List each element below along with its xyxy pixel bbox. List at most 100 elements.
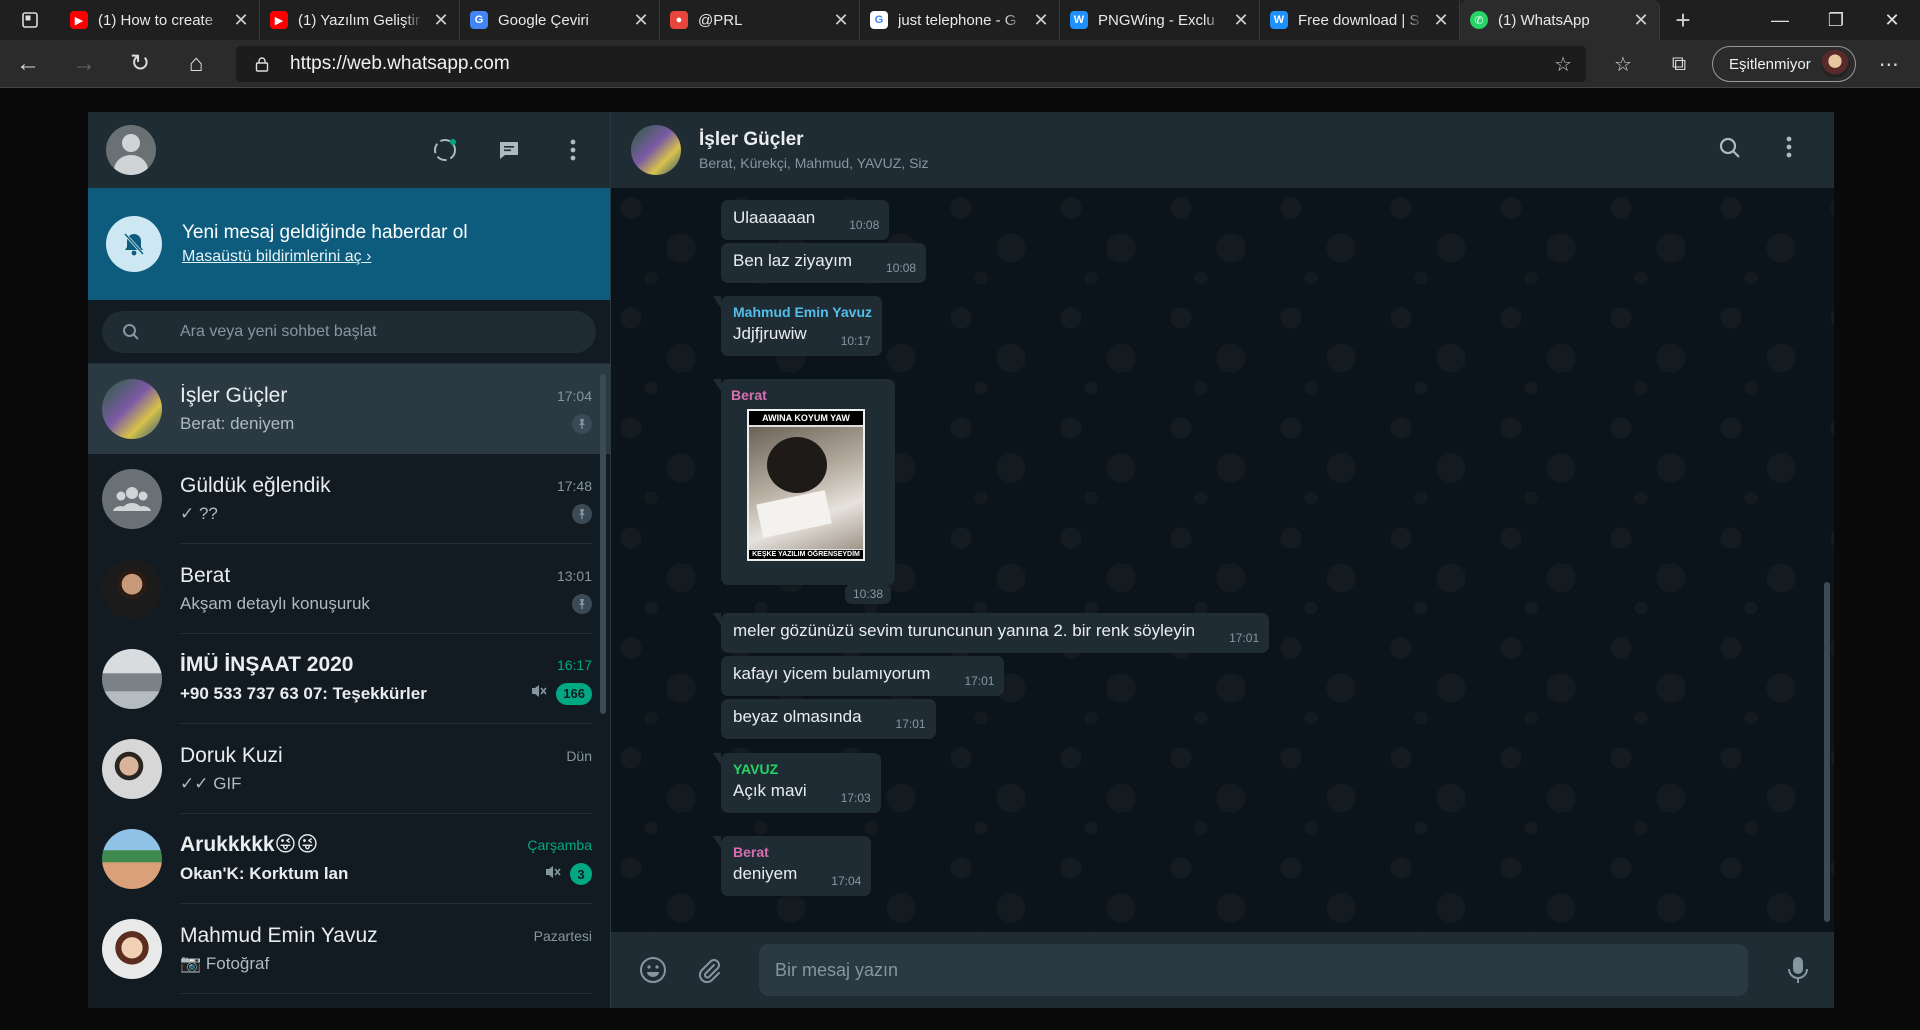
chat-list-item[interactable]: Mahmud Emin Yavuz Pazartesi 📷 Fotoğraf — [88, 904, 610, 994]
favorites-icon[interactable]: ☆ — [1600, 44, 1646, 84]
chat-time: Çarşamba — [527, 836, 592, 853]
youtube-icon: ▶ — [70, 11, 88, 29]
contact-avatar — [102, 559, 162, 619]
image-caption-bottom: KEŞKE YAZILIM ÖĞRENSEYDİM — [749, 550, 863, 559]
close-tab-icon[interactable]: ✕ — [1633, 10, 1649, 31]
message-bubble[interactable]: Berat deniyem 17:04 — [712, 836, 872, 896]
new-tab-button[interactable]: + — [1660, 0, 1706, 40]
url-field[interactable]: https://web.whatsapp.com ☆ — [236, 46, 1586, 82]
enable-notifications-link[interactable]: Masaüstü bildirimlerini aç › — [182, 248, 468, 266]
group-avatar — [102, 649, 162, 709]
chat-name: İşler Güçler — [180, 383, 288, 407]
close-window-button[interactable]: ✕ — [1864, 0, 1920, 40]
browser-tab[interactable]: W PNGWing - Exclu ✕ — [1060, 0, 1260, 40]
close-tab-icon[interactable]: ✕ — [1233, 10, 1249, 31]
message-text: kafayı yicem bulamıyorum — [733, 664, 931, 683]
sidebar-scrollbar[interactable] — [600, 374, 606, 714]
voice-message-button[interactable] — [1780, 952, 1816, 988]
browser-tab[interactable]: W Free download | S ✕ — [1260, 0, 1460, 40]
group-avatar — [102, 829, 162, 889]
minimize-window-button[interactable]: — — [1752, 0, 1808, 40]
search-input[interactable] — [180, 322, 576, 341]
message-bubble[interactable]: Ulaaaaaan 10:08 — [721, 200, 890, 240]
new-chat-button[interactable] — [490, 131, 528, 169]
unread-badge: 166 — [556, 682, 592, 705]
close-tab-icon[interactable]: ✕ — [1033, 10, 1049, 31]
browser-tab[interactable]: ▶ (1) Yazılım Geliştir ✕ — [260, 0, 460, 40]
chat-list-item[interactable]: Berat 13:01 Akşam detaylı konuşuruk — [88, 544, 610, 634]
chat-last-message: 📷 Fotoğraf — [180, 953, 270, 973]
message-time: 10:08 — [886, 261, 917, 275]
conversation-scrollbar[interactable] — [1824, 582, 1830, 922]
chat-name: Mahmud Emin Yavuz — [180, 923, 378, 947]
browser-tab[interactable]: ▶ (1) How to create ✕ — [60, 0, 260, 40]
search-icon — [123, 323, 139, 340]
search-messages-button[interactable] — [1718, 136, 1742, 165]
url-text: https://web.whatsapp.com — [290, 53, 510, 74]
forward-button[interactable]: → — [56, 40, 112, 88]
home-button[interactable]: ⌂ — [168, 40, 224, 88]
add-favorite-icon[interactable]: ☆ — [1554, 52, 1572, 77]
whatsapp-icon: ✆ — [1470, 11, 1488, 29]
whatsapp-app: Yeni mesaj geldiğinde haberdar ol Masaüs… — [88, 112, 1834, 1008]
tab-actions-button[interactable] — [0, 0, 60, 40]
message-bubble[interactable]: Ben laz ziyayım 10:08 — [721, 243, 927, 283]
browser-tab[interactable]: G just telephone - G ✕ — [860, 0, 1060, 40]
conversation-panel: İşler Güçler Berat, Kürekçi, Mahmud, YAV… — [611, 112, 1834, 1008]
emoji-button[interactable] — [635, 952, 671, 988]
my-avatar[interactable] — [106, 125, 156, 175]
message-bubble[interactable]: YAVUZ Açık mavi 17:03 — [713, 753, 881, 813]
conversation-menu-button[interactable] — [1786, 136, 1792, 165]
chat-list-item[interactable]: İMÜ İNŞAAT 2020 16:17 +90 533 737 63 07: … — [88, 634, 610, 724]
chat-last-message: ✓ ?? — [180, 503, 218, 523]
browser-tab[interactable]: G Google Çeviri ✕ — [460, 0, 660, 40]
collections-icon[interactable]: ⧉ — [1656, 44, 1702, 84]
attach-button[interactable] — [691, 952, 727, 988]
message-bubble[interactable]: meler gözünüzü sevim turuncunun yanına 2… — [712, 613, 1270, 653]
message-bubble[interactable]: beyaz olmasında 17:01 — [721, 699, 936, 739]
group-avatar[interactable] — [631, 125, 681, 175]
refresh-button[interactable]: ↻ — [112, 40, 168, 88]
close-tab-icon[interactable]: ✕ — [1433, 10, 1449, 31]
chat-name: Berat — [180, 563, 231, 587]
profile-sync-button[interactable]: Eşitlenmiyor — [1712, 46, 1856, 82]
message-time: 17:01 — [895, 717, 926, 731]
message-bubble[interactable]: Mahmud Emin Yavuz Jdjfjruwiw 10:17 — [713, 296, 882, 356]
close-tab-icon[interactable]: ✕ — [233, 10, 249, 31]
chat-list-item[interactable]: İşler Güçler 17:04 Berat: deniyem — [88, 364, 610, 454]
close-tab-icon[interactable]: ✕ — [433, 10, 449, 31]
chat-last-message: ✓✓ GIF — [180, 773, 242, 793]
group-members: Berat, Kürekçi, Mahmud, YAVUZ, Siz — [699, 155, 929, 171]
status-icon — [434, 139, 456, 161]
message-time: 17:01 — [1229, 631, 1260, 645]
chat-list-item[interactable]: Güldük eğlendik 17:48 ✓ ?? — [88, 454, 610, 544]
message-image[interactable]: AWINA KOYUM YAW KEŞKE YAZILIM ÖĞRENSEYDİ… — [747, 409, 865, 561]
close-tab-icon[interactable]: ✕ — [833, 10, 849, 31]
close-tab-icon[interactable]: ✕ — [633, 10, 649, 31]
conversation-header[interactable]: İşler Güçler Berat, Kürekçi, Mahmud, YAV… — [611, 112, 1834, 188]
back-button[interactable]: ← — [0, 40, 56, 88]
message-text: Ulaaaaaan — [733, 208, 816, 227]
muted-icon — [544, 864, 562, 885]
google-icon: G — [870, 11, 888, 29]
message-bubble[interactable]: kafayı yicem bulamıyorum 17:01 — [721, 656, 1005, 696]
message-time: 17:03 — [840, 791, 871, 805]
browser-tab[interactable]: ● @PRL ✕ — [660, 0, 860, 40]
status-button[interactable] — [426, 131, 464, 169]
search-box — [102, 310, 596, 353]
chat-list-item[interactable]: Doruk Kuzi Dün ✓✓ GIF — [88, 724, 610, 814]
more-menu-icon[interactable]: ⋯ — [1866, 44, 1912, 84]
image-caption-top: AWINA KOYUM YAW — [749, 411, 863, 425]
message-sender: YAVUZ — [733, 761, 779, 777]
message-sender: Mahmud Emin Yavuz — [733, 304, 872, 320]
message-text: Jdjfjruwiw — [733, 324, 807, 343]
address-bar: ← → ↻ ⌂ https://web.whatsapp.com ☆ ☆ ⧉ E… — [0, 40, 1920, 88]
message-text: Açık mavi — [733, 781, 807, 800]
browser-tab-active[interactable]: ✆ (1) WhatsApp ✕ — [1460, 0, 1660, 40]
message-input[interactable] — [775, 959, 1732, 981]
message-list: Ulaaaaaan 10:08 Ben laz ziyayım 10:08 Mahm… — [611, 188, 1834, 932]
menu-button[interactable] — [554, 131, 592, 169]
image-message[interactable]: Berat AWINA KOYUM YAW KEŞKE YAZILIM ÖĞRE… — [713, 379, 895, 585]
restore-window-button[interactable]: ❐ — [1808, 0, 1864, 40]
chat-list-item[interactable]: Arukkkkk😜😜 Çarşamba Okan'K: Korktum lan 3 — [88, 814, 610, 904]
